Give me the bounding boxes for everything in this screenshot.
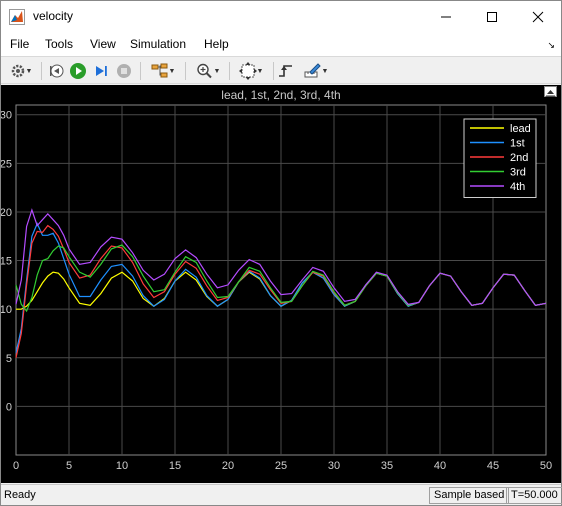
y-tick-label: 30 [1,110,12,122]
simulation-time: T=50.000 [506,487,562,504]
close-button[interactable] [515,1,561,32]
x-tick-label: 5 [66,460,72,472]
menu-file[interactable]: File [10,37,29,51]
legend-label: 4th [510,181,525,193]
run-button[interactable] [68,61,88,81]
menu-bar: File Tools View Simulation Help ↘ [1,32,561,56]
y-tick-label: 10 [1,304,12,316]
triggers-button[interactable] [276,61,296,81]
x-tick-label: 25 [275,460,287,472]
zoom-button[interactable]: ▼ [190,61,226,81]
app-window: velocity File Tools View Simulation Help… [0,0,562,506]
x-tick-label: 10 [116,460,128,472]
measurements-button[interactable]: ▼ [299,61,333,81]
close-icon [532,11,544,22]
toolbar-separator [229,62,230,80]
x-tick-label: 15 [169,460,181,472]
legend-label: 2nd [510,152,528,164]
x-tick-label: 30 [328,460,340,472]
matlab-logo-icon [9,9,25,25]
toolbar-separator [185,62,186,80]
status-bar: Ready Sample based T=50.000 [1,484,562,505]
minimize-button[interactable] [423,1,469,32]
chart-title: lead, 1st, 2nd, 3rd, 4th [221,88,340,102]
status-text: Ready [4,489,36,501]
gear-icon [11,64,24,78]
trigger-icon [279,65,292,77]
play-icon [70,63,86,79]
x-tick-label: 0 [13,460,19,472]
chevron-down-icon: ▼ [168,67,176,75]
scope-display: lead, 1st, 2nd, 3rd, 4th 0 5 10 15 20 25 30 35 40… [0,85,561,483]
measure-pencil-icon [304,63,321,78]
chevron-down-icon: ▼ [256,67,264,75]
undock-arrow-icon [546,90,555,97]
legend-label: 3rd [510,167,526,179]
signal-selection-button[interactable]: ▼ [145,61,181,81]
toolbar: ▼ ▼ ▼ ▼ ▼ [1,56,561,84]
step-forward-button[interactable] [91,61,111,81]
menu-tools[interactable]: Tools [45,37,73,51]
x-tick-label: 35 [381,460,393,472]
menu-view[interactable]: View [90,37,116,51]
settings-button[interactable]: ▼ [5,61,37,81]
minimize-icon [441,16,451,17]
stop-button[interactable] [114,61,134,81]
step-forward-icon [96,66,107,76]
y-tick-label: 20 [1,207,12,219]
y-tick-label: 0 [6,401,12,413]
chevron-down-icon: ▼ [321,67,329,75]
y-tick-label: 25 [1,158,12,170]
menu-simulation[interactable]: Simulation [130,37,186,51]
toolbar-separator [273,62,274,80]
x-tick-label: 40 [434,460,446,472]
menu-help[interactable]: Help [204,37,229,51]
x-tick-label: 20 [222,460,234,472]
x-tick-label: 45 [487,460,499,472]
sample-mode-indicator: Sample based [429,487,510,504]
y-tick-label: 15 [1,256,12,268]
zoom-in-icon [196,63,212,79]
signal-hierarchy-icon [151,63,168,78]
toolbar-separator [140,62,141,80]
chevron-down-icon: ▼ [213,67,221,75]
autoscale-icon [238,62,257,80]
legend-label: lead [510,123,531,135]
chevron-down-icon: ▼ [25,67,33,75]
maximize-icon [487,11,497,22]
window-title: velocity [33,9,74,23]
toolbar-separator [41,62,42,80]
step-back-icon [50,64,64,78]
menu-dock-arrow-icon[interactable]: ↘ [547,40,555,51]
x-tick-label: 50 [540,460,552,472]
stop-icon [117,64,131,78]
y-tick-label: 5 [6,353,12,365]
maximize-button[interactable] [469,1,515,32]
scope-plot[interactable]: lead, 1st, 2nd, 3rd, 4th 0 5 10 15 20 25 30 35 40… [0,85,561,483]
step-back-button[interactable] [46,61,66,81]
undock-button[interactable] [544,86,557,97]
autoscale-button[interactable]: ▼ [233,61,269,81]
title-bar: velocity [1,1,561,32]
legend-label: 1st [510,138,525,150]
